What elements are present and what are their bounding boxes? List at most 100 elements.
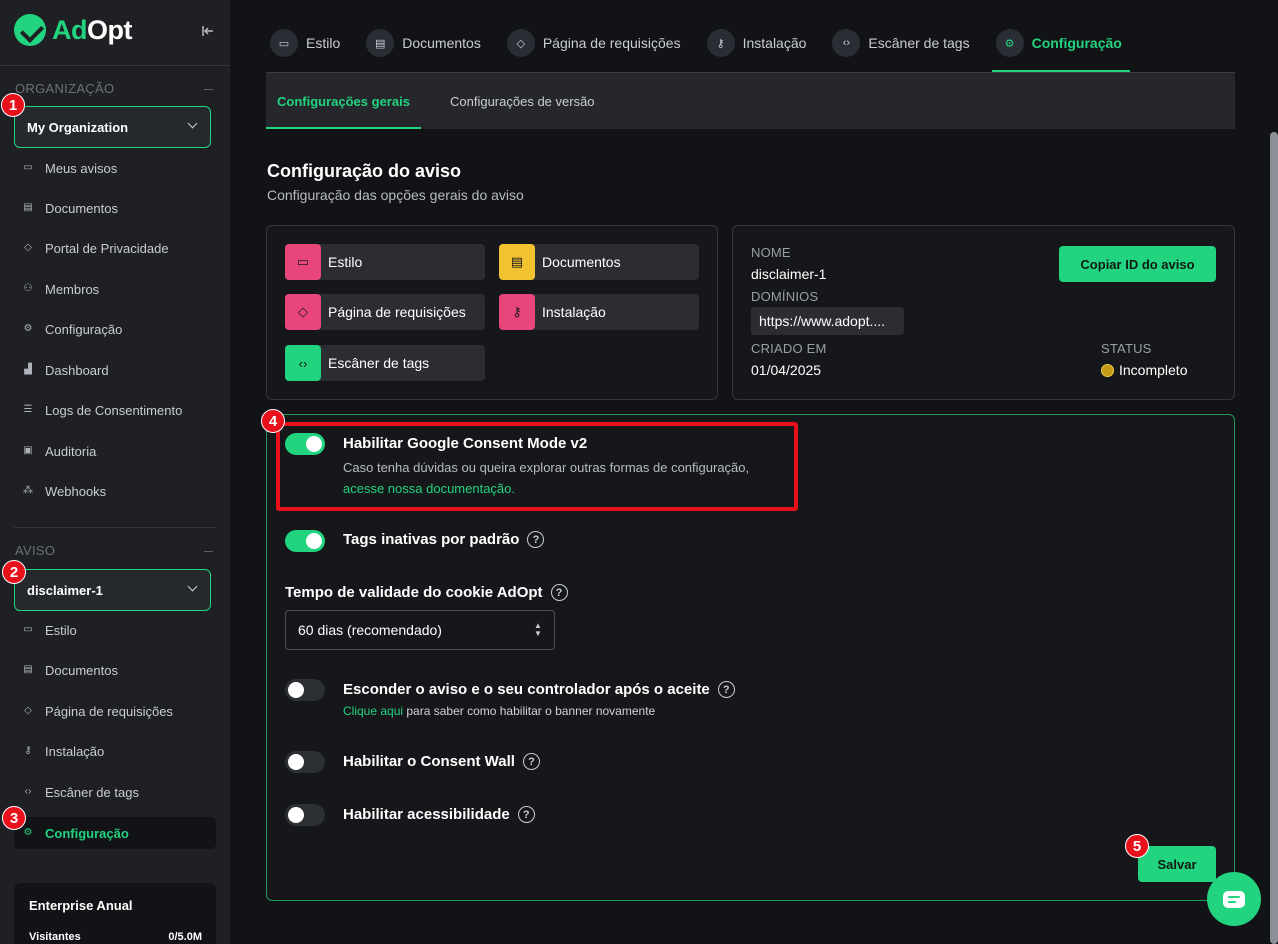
code-icon: ‹› bbox=[832, 29, 861, 57]
shortcut-instalacao[interactable]: ⚷ Instalação bbox=[499, 294, 699, 330]
chat-bubble-icon bbox=[1223, 890, 1245, 908]
tags-inactive-toggle[interactable] bbox=[285, 530, 325, 552]
adopt-logo[interactable]: AdOpt bbox=[14, 14, 133, 46]
hide-notice-desc-text: para saber como habilitar o banner novam… bbox=[403, 704, 656, 718]
tab-label: Instalação bbox=[742, 35, 807, 51]
consent-wall-toggle[interactable] bbox=[285, 751, 325, 773]
sidebar-item-logs-consentimento[interactable]: ☰ Logs de Consentimento bbox=[14, 394, 216, 426]
domains-label: DOMÍNIOS bbox=[751, 289, 819, 304]
chevron-down-icon bbox=[187, 581, 198, 592]
gear-icon: ⚙ bbox=[23, 827, 33, 838]
sidebar-divider bbox=[0, 65, 230, 66]
help-icon[interactable]: ? bbox=[527, 531, 545, 548]
tab-pagina-requisicoes[interactable]: ◇ Página de requisições bbox=[503, 26, 689, 72]
sub-tabs: Configurações gerais Configurações de ve… bbox=[266, 73, 1235, 129]
sidebar-item-instalacao[interactable]: ⚷ Instalação bbox=[14, 735, 216, 767]
help-icon[interactable]: ? bbox=[517, 806, 535, 823]
sidebar-item-label: Webhooks bbox=[45, 483, 107, 499]
created-label: CRIADO EM bbox=[751, 341, 827, 356]
subtab-configuracoes-versao[interactable]: Configurações de versão bbox=[450, 73, 595, 129]
tab-configuracao[interactable]: ⚙ Configuração bbox=[991, 26, 1131, 72]
tab-documentos[interactable]: ▤ Documentos bbox=[362, 26, 489, 72]
tab-escaner-tags[interactable]: ‹› Escâner de tags bbox=[828, 26, 977, 72]
chat-icon: ▭ bbox=[23, 162, 33, 173]
sidebar-item-meus-avisos[interactable]: ▭ Meus avisos bbox=[14, 152, 216, 184]
chat-support-button[interactable] bbox=[1207, 872, 1261, 926]
consent-wall-row: Habilitar o Consent Wall? bbox=[343, 753, 540, 770]
sidebar-divider bbox=[14, 527, 216, 528]
shortcut-estilo[interactable]: ▭ Estilo bbox=[285, 244, 485, 280]
sidebar-item-documentos-aviso[interactable]: ▤ Documentos bbox=[14, 654, 216, 686]
help-icon[interactable]: ? bbox=[717, 681, 735, 698]
copy-id-button[interactable]: Copiar ID do aviso bbox=[1059, 246, 1216, 282]
hide-notice-toggle[interactable] bbox=[285, 679, 325, 701]
sidebar-item-label: Dashboard bbox=[45, 362, 109, 378]
chevron-down-icon bbox=[187, 118, 198, 129]
tab-label: Escâner de tags bbox=[868, 35, 970, 51]
org-section-collapse[interactable] bbox=[204, 89, 213, 90]
hide-notice-link[interactable]: Clique aqui bbox=[343, 704, 403, 718]
sidebar-item-label: Documentos bbox=[45, 662, 118, 678]
save-button[interactable]: Salvar bbox=[1138, 846, 1216, 882]
tab-instalacao[interactable]: ⚷ Instalação bbox=[703, 26, 815, 72]
cookie-validity-select[interactable]: 60 dias (recomendado) ▲ ▼ bbox=[285, 610, 555, 650]
tab-label: Configuração bbox=[1031, 35, 1122, 51]
toggle-knob bbox=[288, 682, 304, 698]
help-icon[interactable]: ? bbox=[550, 584, 568, 601]
plan-card: Enterprise Anual Visitantes 0/5.0M bbox=[14, 883, 216, 944]
sidebar-item-estilo[interactable]: ▭ Estilo bbox=[14, 614, 216, 646]
annotation-badge-5: 5 bbox=[1125, 834, 1149, 858]
page-scrollbar[interactable] bbox=[1270, 132, 1278, 944]
tab-label: Estilo bbox=[306, 35, 341, 51]
accessibility-toggle[interactable] bbox=[285, 804, 325, 826]
status-badge: Incompleto bbox=[1101, 362, 1187, 378]
sidebar-item-dashboard[interactable]: ▟ Dashboard bbox=[14, 354, 216, 386]
plan-visitors-row: Visitantes 0/5.0M bbox=[29, 931, 202, 943]
shortcut-label: Documentos bbox=[542, 254, 621, 270]
organization-select[interactable]: My Organization bbox=[14, 106, 211, 148]
sidebar-item-documentos[interactable]: ▤ Documentos bbox=[14, 192, 216, 224]
document-icon: ▤ bbox=[499, 244, 535, 280]
tags-inactive-row: Tags inativas por padrão? bbox=[343, 531, 545, 548]
document-icon: ▤ bbox=[23, 202, 33, 213]
annotation-badge-4: 4 bbox=[261, 409, 285, 433]
logo-text-ad: Ad bbox=[52, 14, 88, 45]
shortcut-documentos[interactable]: ▤ Documentos bbox=[499, 244, 699, 280]
chat-icon: ▭ bbox=[270, 29, 298, 57]
aviso-select[interactable]: disclaimer-1 bbox=[14, 569, 211, 611]
sidebar-item-escaner-tags[interactable]: ‹› Escâner de tags bbox=[14, 776, 216, 808]
shortcut-escaner-tags[interactable]: ‹› Escâner de tags bbox=[285, 345, 485, 381]
sidebar-item-pagina-requisicoes[interactable]: ◇ Página de requisições bbox=[14, 695, 216, 727]
collapse-sidebar-icon[interactable] bbox=[201, 24, 215, 38]
annotation-badge-3: 3 bbox=[2, 806, 26, 830]
aviso-section-collapse[interactable] bbox=[204, 551, 213, 552]
gear-icon: ⚙ bbox=[23, 323, 33, 334]
users-icon: ⚇ bbox=[23, 283, 33, 294]
sidebar-item-label: Logs de Consentimento bbox=[45, 402, 183, 418]
tab-estilo[interactable]: ▭ Estilo bbox=[266, 26, 348, 72]
sidebar: AdOpt ORGANIZAÇÃO My Organization ▭ Meus … bbox=[0, 0, 230, 944]
subtab-configuracoes-gerais[interactable]: Configurações gerais bbox=[266, 73, 421, 129]
shield-icon: ◇ bbox=[506, 29, 535, 57]
sidebar-item-label: Instalação bbox=[45, 743, 105, 759]
chat-icon: ▭ bbox=[23, 624, 33, 635]
tab-label: Página de requisições bbox=[542, 35, 681, 51]
sidebar-item-label: Configuração bbox=[45, 825, 129, 841]
shortcut-pagina-requisicoes[interactable]: ◇ Página de requisições bbox=[285, 294, 485, 330]
sidebar-item-label: Portal de Privacidade bbox=[45, 240, 169, 256]
sidebar-item-label: Estilo bbox=[45, 622, 77, 638]
sidebar-item-webhooks[interactable]: ⁂ Webhooks bbox=[14, 475, 216, 507]
logo-icon bbox=[14, 14, 46, 46]
sidebar-item-configuracao-org[interactable]: ⚙ Configuração bbox=[14, 313, 216, 345]
sidebar-item-membros[interactable]: ⚇ Membros bbox=[14, 273, 216, 305]
list-icon: ☰ bbox=[23, 404, 33, 415]
tab-label: Documentos bbox=[402, 35, 481, 51]
sidebar-item-label: Documentos bbox=[45, 200, 118, 216]
sidebar-item-portal-privacidade[interactable]: ◇ Portal de Privacidade bbox=[14, 232, 216, 264]
sidebar-item-label: Meus avisos bbox=[45, 160, 118, 176]
shortcut-label: Instalação bbox=[542, 304, 606, 320]
sidebar-item-configuracao-aviso[interactable]: ⚙ Configuração bbox=[14, 817, 216, 849]
gear-icon: ⚙ bbox=[995, 29, 1024, 57]
help-icon[interactable]: ? bbox=[522, 753, 540, 770]
sidebar-item-auditoria[interactable]: ▣ Auditoria bbox=[14, 435, 216, 467]
